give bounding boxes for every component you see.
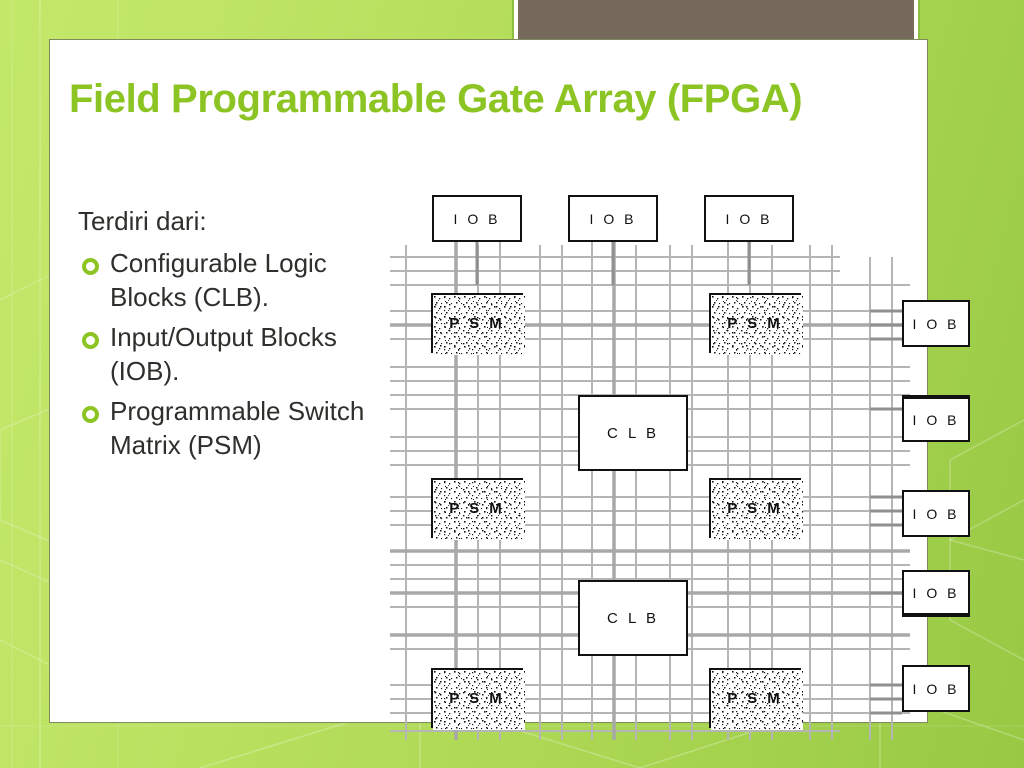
psm-label: P S M [449, 314, 505, 332]
iob-block: I O B [902, 395, 970, 442]
iob-label: I O B [725, 210, 773, 227]
list-item: Input/Output Blocks (IOB). [78, 320, 378, 388]
iob-label: I O B [912, 584, 960, 601]
bullet-ring-icon [82, 332, 99, 349]
iob-label: I O B [912, 505, 960, 522]
psm-block: P S M [709, 293, 803, 355]
list-item: Programmable Switch Matrix (PSM) [78, 394, 378, 462]
bullet-ring-icon [82, 258, 99, 275]
iob-block: I O B [902, 490, 970, 537]
iob-block: I O B [902, 570, 970, 617]
psm-label: P S M [449, 689, 505, 707]
psm-label: P S M [727, 314, 783, 332]
bullet-ring-icon [82, 406, 99, 423]
psm-block: P S M [709, 478, 803, 540]
clb-block: C L B [578, 580, 688, 656]
clb-block: C L B [578, 395, 688, 471]
slide: Field Programmable Gate Array (FPGA) Ter… [0, 0, 1024, 768]
body-text-block: Terdiri dari: Configurable Logic Blocks … [78, 204, 378, 468]
list-item-label: Programmable Switch Matrix (PSM) [110, 396, 365, 460]
psm-block: P S M [431, 293, 525, 355]
page-title: Field Programmable Gate Array (FPGA) [69, 77, 803, 121]
lead-text: Terdiri dari: [78, 206, 207, 236]
list-item-label: Input/Output Blocks (IOB). [110, 322, 337, 386]
psm-label: P S M [727, 689, 783, 707]
fpga-architecture-diagram: I O B I O B I O B I O B I O B I O B I O … [370, 145, 970, 745]
content-card: Field Programmable Gate Array (FPGA) Ter… [49, 39, 970, 740]
list-item: Configurable Logic Blocks (CLB). [78, 246, 378, 314]
iob-label: I O B [589, 210, 637, 227]
clb-label: C L B [607, 609, 659, 627]
psm-block: P S M [431, 478, 525, 540]
clb-label: C L B [607, 424, 659, 442]
iob-block: I O B [902, 665, 970, 712]
iob-block: I O B [432, 195, 522, 242]
iob-label: I O B [912, 315, 960, 332]
bullet-list: Configurable Logic Blocks (CLB). Input/O… [78, 246, 378, 462]
iob-block: I O B [568, 195, 658, 242]
psm-label: P S M [727, 499, 783, 517]
psm-label: P S M [449, 499, 505, 517]
iob-label: I O B [453, 210, 501, 227]
psm-block: P S M [431, 668, 525, 730]
iob-label: I O B [912, 680, 960, 697]
iob-block: I O B [902, 300, 970, 347]
iob-block: I O B [704, 195, 794, 242]
list-item-label: Configurable Logic Blocks (CLB). [110, 248, 327, 312]
psm-block: P S M [709, 668, 803, 730]
iob-label: I O B [912, 411, 960, 428]
